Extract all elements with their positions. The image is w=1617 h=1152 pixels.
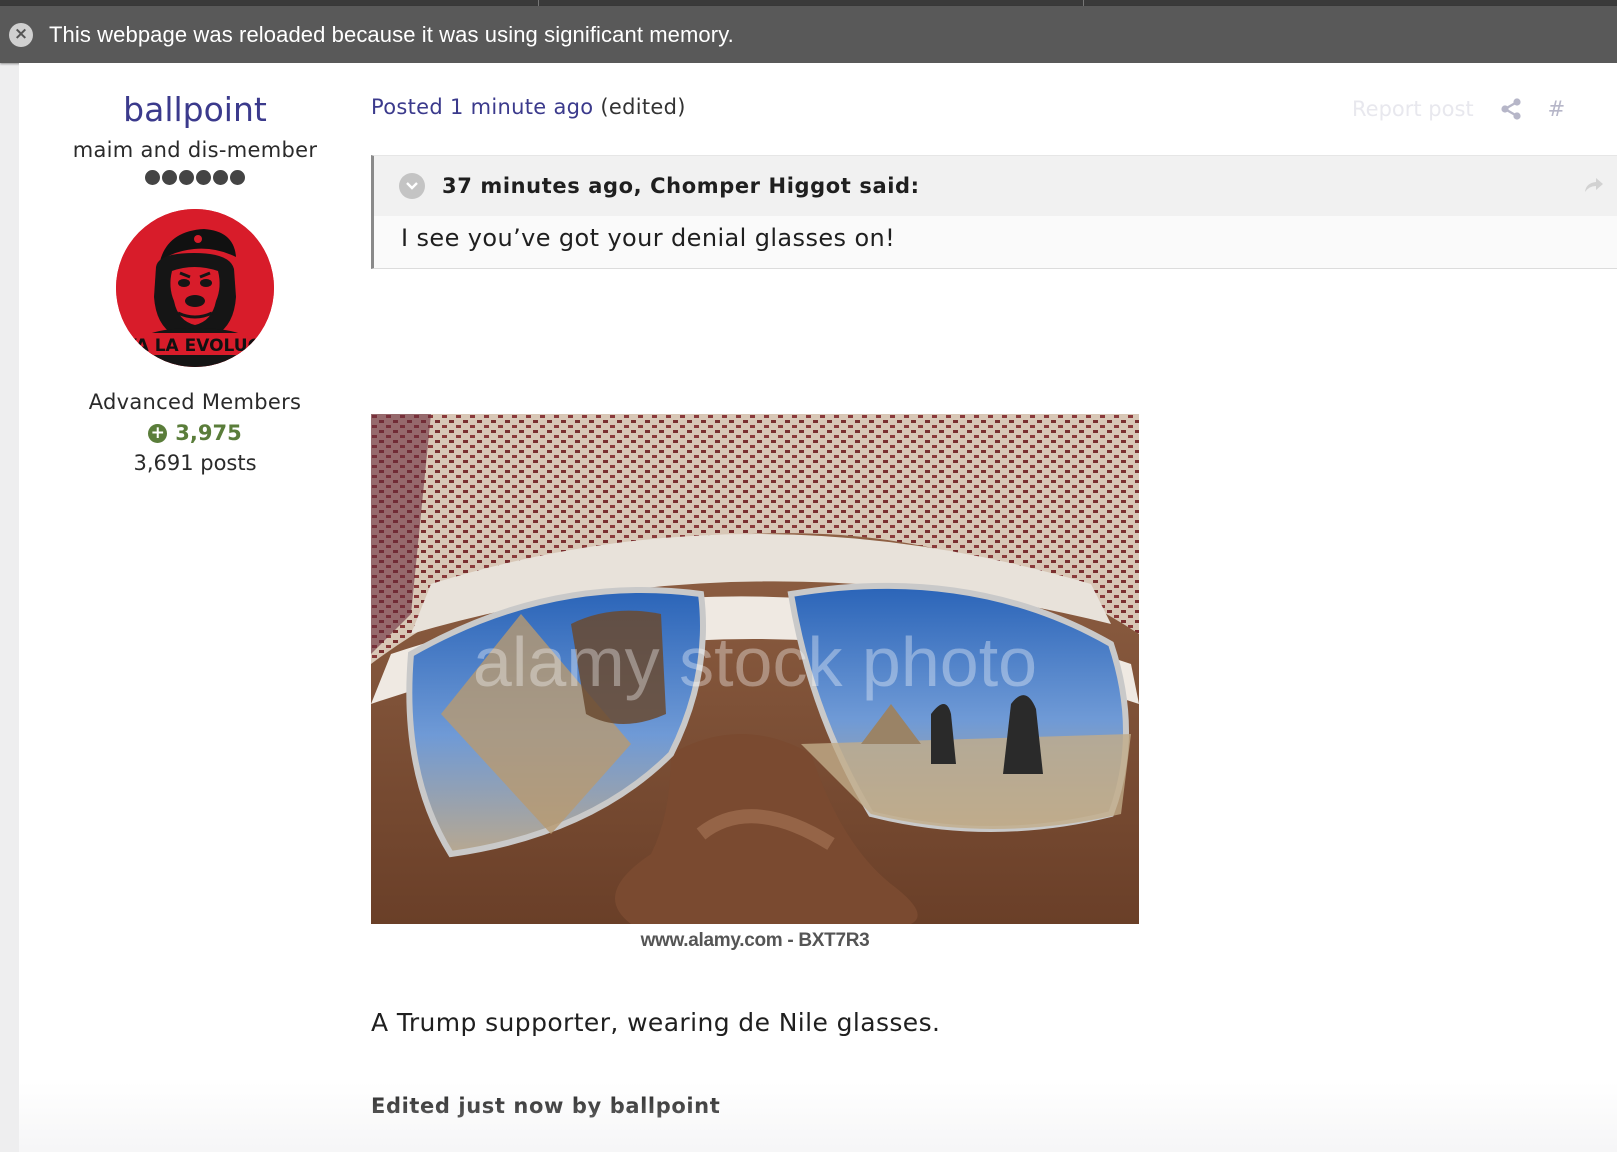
share-icon[interactable] <box>1500 98 1522 120</box>
post-count: 3,691 posts <box>133 451 257 475</box>
post-date-link[interactable]: Posted 1 minute ago <box>371 95 593 119</box>
chimp-avatar-icon: VA LA EVOLUCI <box>116 209 274 367</box>
close-banner-button[interactable]: × <box>9 22 33 47</box>
chevron-down-icon[interactable] <box>399 173 425 199</box>
quote-block: 37 minutes ago, Chomper Higgot said: I s… <box>371 155 1617 269</box>
banner-message: This webpage was reloaded because it was… <box>49 21 734 47</box>
bottom-fade <box>19 1082 1617 1152</box>
member-group: Advanced Members <box>88 390 302 414</box>
rank-pip <box>145 170 160 185</box>
edited-tag: (edited) <box>600 95 686 119</box>
rank-pip <box>162 170 177 185</box>
svg-text:alamy stock photo: alamy stock photo <box>473 623 1037 701</box>
reputation-badge[interactable]: + 3,975 <box>19 421 371 445</box>
quote-header: 37 minutes ago, Chomper Higgot said: <box>374 156 1617 216</box>
rank-pip <box>179 170 194 185</box>
post-tools: Report post # <box>1352 97 1565 121</box>
reload-banner: × This webpage was reloaded because it w… <box>0 6 1617 63</box>
post-image[interactable]: alamy stock photo www.alamy.com - BXT7R3 <box>371 414 1139 952</box>
permalink-link[interactable]: # <box>1548 97 1566 121</box>
member-title: maim and dis-member <box>72 138 318 162</box>
sunglasses-photo: alamy stock photo <box>371 414 1139 924</box>
quote-citation: 37 minutes ago, Chomper Higgot said: <box>442 174 920 198</box>
post-meta: Posted 1 minute ago (edited) <box>371 95 686 119</box>
author-name[interactable]: ballpoint <box>19 90 371 129</box>
rank-pip <box>213 170 228 185</box>
plus-icon: + <box>148 423 168 443</box>
close-icon: × <box>13 24 29 44</box>
avatar[interactable]: VA LA EVOLUCI <box>116 209 274 367</box>
rank-pip <box>196 170 211 185</box>
quote-text: I see you’ve got your denial glasses on! <box>401 224 896 252</box>
goto-quote-icon[interactable] <box>1583 174 1605 196</box>
svg-text:VA LA EVOLUCI: VA LA EVOLUCI <box>124 336 267 356</box>
post-container: ballpoint maim and dis-member VA LA EVOL… <box>19 63 1617 1152</box>
post-text: A Trump supporter, wearing de Nile glass… <box>371 1008 941 1037</box>
image-caption: www.alamy.com - BXT7R3 <box>640 930 870 951</box>
report-post-link[interactable]: Report post <box>1352 97 1474 121</box>
reputation-count: 3,975 <box>175 421 242 445</box>
rank-pips <box>19 170 371 185</box>
edited-note: Edited just now by ballpoint <box>371 1094 721 1118</box>
author-panel: ballpoint maim and dis-member VA LA EVOL… <box>19 63 371 475</box>
rank-pip <box>230 170 245 185</box>
